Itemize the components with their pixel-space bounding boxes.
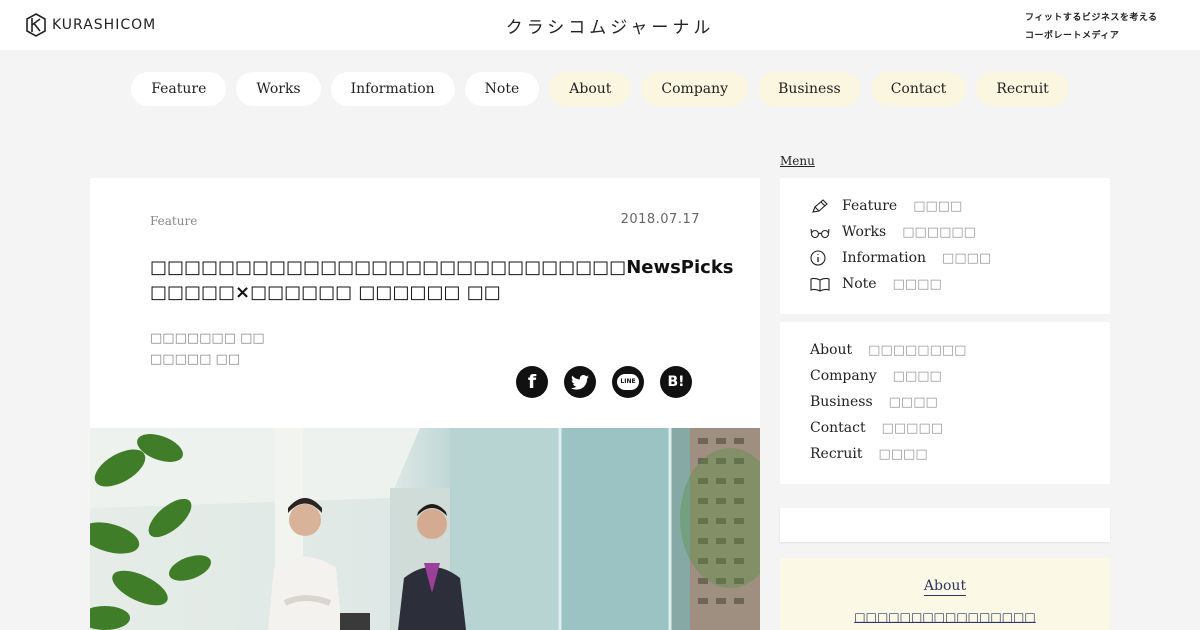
- menu-item-jp: □□□□□: [881, 420, 944, 436]
- menu-item-label: Company: [810, 368, 877, 384]
- menu-label[interactable]: Menu: [780, 154, 815, 168]
- sidebar-search-box[interactable]: [780, 508, 1110, 542]
- line-icon: LINE: [617, 374, 639, 390]
- share-hatena-button[interactable]: B!: [660, 366, 692, 398]
- menu-item-jp: □□□□: [913, 198, 963, 214]
- menu-item-about[interactable]: About □□□□□□□□: [810, 342, 966, 358]
- menu-item-label: Business: [810, 394, 873, 410]
- nav-information[interactable]: Information: [330, 72, 455, 106]
- main-nav: Feature Works Information Note About Com…: [0, 72, 1200, 106]
- nav-contact[interactable]: Contact: [870, 72, 967, 106]
- article-title: □□□□□□□□□□□□□□□□□□□□□□□□□□□□NewsPicks □□…: [150, 257, 734, 303]
- menu-item-label: About: [810, 342, 853, 358]
- menu-item-recruit[interactable]: Recruit □□□□: [810, 446, 928, 462]
- secondary-menu-card: About □□□□□□□□ Company □□□□ Business □□□…: [780, 322, 1110, 484]
- about-heading-text: About: [923, 578, 967, 596]
- share-buttons: f LINE B!: [516, 366, 692, 398]
- article-category[interactable]: Feature: [150, 214, 197, 228]
- twitter-icon: [571, 374, 589, 390]
- menu-item-label: Feature: [842, 198, 898, 214]
- hatena-icon: B!: [667, 374, 685, 390]
- site-title[interactable]: クラシコムジャーナル: [0, 13, 1200, 38]
- line-icon-label: LINE: [620, 378, 636, 385]
- info-icon: [810, 250, 826, 266]
- nav-works[interactable]: Works: [236, 72, 321, 106]
- nav-company[interactable]: Company: [641, 72, 749, 106]
- menu-item-jp: □□□□: [892, 276, 942, 292]
- book-icon: [810, 277, 830, 292]
- pen-icon: [812, 199, 828, 213]
- article-hero-image[interactable]: [90, 428, 760, 630]
- menu-item-label: Information: [842, 250, 927, 266]
- share-facebook-button[interactable]: f: [516, 366, 548, 398]
- tagline-line-1: フィットするビジネスを考える: [1025, 13, 1158, 23]
- primary-menu-card: Feature □□□□ Works □□□□□□ Information □□…: [780, 178, 1110, 314]
- menu-item-jp: □□□□: [888, 394, 938, 410]
- about-card: About □□□□□□□□□□□□□□□□: [780, 558, 1110, 630]
- article-authors: □□□□□□□ □□ □□□□□ □□: [150, 328, 265, 370]
- nav-feature[interactable]: Feature: [131, 72, 227, 106]
- author-line-1: □□□□□□□ □□: [150, 331, 265, 346]
- menu-item-company[interactable]: Company □□□□: [810, 368, 942, 384]
- menu-item-contact[interactable]: Contact □□□□□: [810, 420, 943, 436]
- menu-item-label: Contact: [810, 420, 866, 436]
- hero-photo: [90, 428, 760, 630]
- site-tagline: フィットするビジネスを考える コーポレートメディア: [1025, 9, 1195, 45]
- menu-item-jp: □□□□: [942, 250, 992, 266]
- nav-about[interactable]: About: [549, 72, 632, 106]
- menu-item-jp: □□□□□□: [902, 224, 976, 240]
- menu-item-label: Works: [842, 224, 887, 240]
- menu-item-information[interactable]: Information □□□□: [810, 250, 991, 266]
- nav-recruit[interactable]: Recruit: [976, 72, 1069, 106]
- nav-business[interactable]: Business: [758, 72, 861, 106]
- menu-item-works[interactable]: Works □□□□□□: [810, 224, 976, 240]
- share-twitter-button[interactable]: [564, 366, 596, 398]
- article-date: 2018.07.17: [620, 212, 700, 227]
- menu-item-note[interactable]: Note □□□□: [810, 276, 942, 292]
- share-line-button[interactable]: LINE: [612, 366, 644, 398]
- menu-item-jp: □□□□□□□□: [868, 342, 967, 358]
- menu-item-label: Note: [842, 276, 877, 292]
- tagline-line-2: コーポレートメディア: [1025, 31, 1120, 41]
- nav-note[interactable]: Note: [464, 72, 540, 106]
- menu-item-feature[interactable]: Feature □□□□: [810, 198, 962, 214]
- author-line-2: □□□□□ □□: [150, 352, 241, 367]
- menu-item-label: Recruit: [810, 446, 863, 462]
- article-card: Feature 2018.07.17 □□□□□□□□□□□□□□□□□□□□□…: [90, 178, 760, 630]
- site-header: KURASHICOM クラシコムジャーナル フィットするビジネスを考える コーポ…: [0, 0, 1200, 50]
- facebook-icon: f: [527, 371, 537, 393]
- glasses-icon: [810, 228, 830, 239]
- menu-item-business[interactable]: Business □□□□: [810, 394, 938, 410]
- about-subtitle[interactable]: □□□□□□□□□□□□□□□□: [780, 610, 1110, 624]
- about-heading[interactable]: About: [780, 578, 1110, 596]
- menu-item-jp: □□□□: [892, 368, 942, 384]
- menu-item-jp: □□□□: [878, 446, 928, 462]
